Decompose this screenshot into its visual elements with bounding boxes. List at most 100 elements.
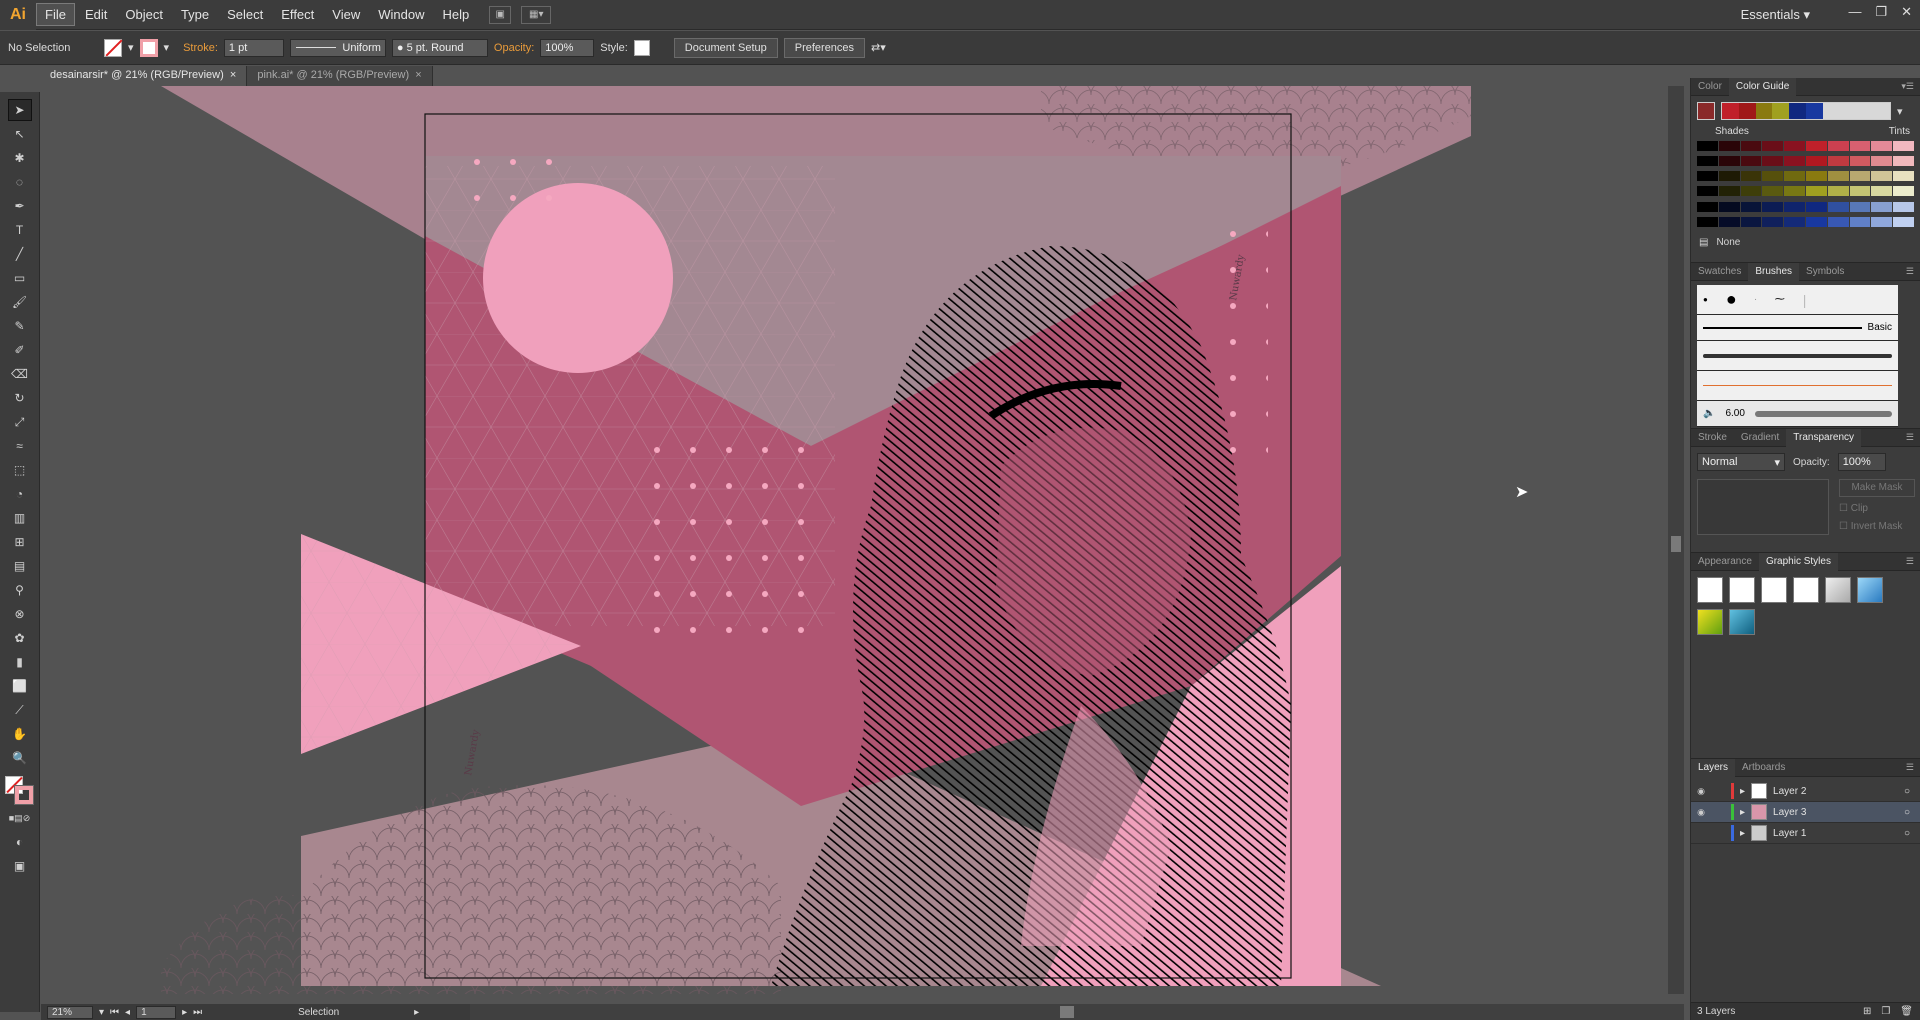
tab-transparency[interactable]: Transparency [1786, 428, 1862, 447]
selection-tool-icon[interactable]: ➤ [7, 99, 32, 121]
menu-object[interactable]: Object [117, 4, 171, 25]
menu-type[interactable]: Type [173, 4, 217, 25]
expand-arrow-icon[interactable]: ▸ [1740, 828, 1745, 839]
visibility-eye-icon[interactable]: ◉ [1695, 786, 1707, 797]
scroll-thumb[interactable] [1060, 1006, 1074, 1018]
tab-artboards[interactable]: Artboards [1735, 759, 1792, 777]
tab-layers[interactable]: Layers [1691, 758, 1736, 777]
current-tool-status[interactable]: Selection [298, 1007, 408, 1018]
layer-row-layer-3[interactable]: ◉ ▸ Layer 3 ○ [1691, 802, 1920, 823]
opacity-label[interactable]: Opacity: [494, 42, 534, 54]
tab-color[interactable]: Color [1691, 78, 1729, 96]
layer-row-layer-2[interactable]: ◉ ▸ Layer 2 ○ [1691, 781, 1920, 802]
tab-swatches[interactable]: Swatches [1691, 263, 1748, 281]
menu-help[interactable]: Help [434, 4, 477, 25]
new-sublayer-icon[interactable]: ⊞ [1863, 1006, 1871, 1017]
arrange-icon[interactable]: ⇄▾ [871, 41, 886, 54]
graphic-style-yellow[interactable] [1697, 609, 1723, 635]
style-swatch[interactable] [633, 39, 650, 56]
preferences-button[interactable]: Preferences [783, 37, 866, 58]
expand-arrow-icon[interactable]: ▸ [1740, 786, 1745, 797]
graphic-style-shadow[interactable] [1825, 577, 1851, 603]
delete-layer-icon[interactable]: 🗑 [1900, 1006, 1913, 1017]
zoom-tool-icon[interactable]: 🔍 [8, 747, 32, 769]
tab-gradient[interactable]: Gradient [1734, 429, 1786, 447]
horizontal-scrollbar[interactable] [470, 1004, 1684, 1020]
menu-edit[interactable]: Edit [77, 4, 115, 25]
tab-color-guide[interactable]: Color Guide [1728, 77, 1797, 96]
pencil-tool-icon[interactable]: ✎ [8, 315, 32, 337]
free-transform-tool-icon[interactable]: ⬚ [8, 459, 32, 481]
menu-effect[interactable]: Effect [273, 4, 322, 25]
artboard-number-input[interactable]: 1 [136, 1005, 177, 1019]
menu-window[interactable]: Window [370, 4, 432, 25]
perspective-grid-tool-icon[interactable]: ▥ [8, 507, 32, 529]
gradient-tool-icon[interactable]: ▤ [8, 555, 32, 577]
chevron-down-icon[interactable]: ▾ [1897, 105, 1903, 118]
panel-menu-icon[interactable]: ☰ [1906, 762, 1914, 773]
draw-mode-icon[interactable]: ◐ [8, 831, 32, 853]
first-artboard-icon[interactable]: ⏮ [110, 1007, 119, 1018]
layer-name[interactable]: Layer 1 [1773, 828, 1898, 839]
minimize-icon[interactable]: — [1848, 4, 1861, 20]
opacity-input[interactable]: 100% [540, 38, 595, 57]
color-mode-icons[interactable]: ■▤⊘ [8, 807, 32, 829]
rectangle-tool-icon[interactable]: ▭ [8, 267, 32, 289]
menu-select[interactable]: Select [219, 4, 271, 25]
tab-appearance[interactable]: Appearance [1691, 553, 1759, 571]
eyedropper-tool-icon[interactable]: ⚲ [8, 579, 32, 601]
expand-arrow-icon[interactable]: ▸ [1740, 807, 1745, 818]
variable-width-profile[interactable]: Uniform [289, 38, 386, 57]
stroke-label[interactable]: Stroke: [183, 42, 218, 54]
prev-artboard-icon[interactable]: ◂ [125, 1007, 130, 1018]
brush-row-dots[interactable]: ● ● · ⁓ | [1697, 285, 1898, 315]
target-icon[interactable]: ○ [1904, 828, 1910, 839]
canvas-area[interactable]: Nuwardy Nuwardy ➤ [41, 86, 1668, 994]
stroke-box[interactable] [13, 785, 34, 805]
layer-row-layer-1[interactable]: ▸ Layer 1 ○ [1691, 823, 1920, 844]
fill-swatch[interactable] [104, 38, 122, 57]
status-menu-icon[interactable]: ▸ [414, 1007, 419, 1018]
tab-brushes[interactable]: Brushes [1748, 262, 1800, 281]
chevron-down-icon[interactable]: ▾ [164, 41, 170, 54]
clip-checkbox[interactable]: ☐ Clip [1839, 503, 1868, 514]
close-icon[interactable]: ✕ [1901, 4, 1912, 20]
new-layer-icon[interactable]: ❐ [1881, 1006, 1890, 1017]
harmony-rules[interactable] [1721, 102, 1891, 120]
layer-name[interactable]: Layer 3 [1773, 807, 1898, 818]
warp-tool-icon[interactable]: ≈ [8, 435, 32, 457]
zoom-input[interactable]: 21% [47, 1005, 93, 1019]
brush-list[interactable]: ● ● · ⁓ | Basic 🔈 6.00 [1697, 285, 1898, 427]
arrange-documents-icon[interactable]: ▦▾ [521, 5, 552, 24]
visibility-eye-icon[interactable]: ◉ [1695, 807, 1707, 818]
graphic-style-default[interactable] [1697, 577, 1723, 603]
line-tool-icon[interactable]: ╱ [8, 243, 32, 265]
scroll-thumb[interactable] [1671, 536, 1681, 552]
hand-tool-icon[interactable]: ✋ [8, 723, 32, 745]
stroke-weight-input[interactable]: 1 pt [223, 38, 284, 57]
layer-name[interactable]: Layer 2 [1773, 786, 1898, 797]
make-mask-button[interactable]: Make Mask [1839, 479, 1915, 497]
graphic-style-white[interactable] [1761, 577, 1787, 603]
tab-graphic-styles[interactable]: Graphic Styles [1758, 552, 1838, 571]
chevron-down-icon[interactable]: ▾ [99, 1007, 104, 1018]
workspace-switcher[interactable]: Essentials ▾ [1741, 7, 1810, 23]
stroke-swatch[interactable] [139, 38, 158, 57]
tab-stroke[interactable]: Stroke [1691, 429, 1734, 447]
brush-row-size[interactable]: 🔈 6.00 [1697, 401, 1898, 427]
rotate-tool-icon[interactable]: ↻ [8, 387, 32, 409]
panel-menu-icon[interactable]: ☰ [1906, 432, 1914, 443]
chevron-down-icon[interactable]: ▾ [128, 41, 134, 54]
target-icon[interactable]: ○ [1904, 807, 1910, 818]
base-color-swatch[interactable] [1697, 102, 1715, 120]
panel-menu-icon[interactable]: ▾☰ [1901, 81, 1914, 92]
restore-icon[interactable]: ❐ [1875, 4, 1887, 20]
color-variations-grid[interactable] [1697, 141, 1914, 231]
symbol-sprayer-tool-icon[interactable]: ✿ [8, 627, 32, 649]
document-setup-button[interactable]: Document Setup [673, 37, 778, 58]
mesh-tool-icon[interactable]: ⊞ [8, 531, 32, 553]
panel-menu-icon[interactable]: ☰ [1906, 556, 1914, 567]
brush-row-charcoal[interactable] [1697, 341, 1898, 371]
tab-desainarsir[interactable]: desainarsir* @ 21% (RGB/Preview) × [40, 66, 248, 86]
invert-mask-checkbox[interactable]: ☐ Invert Mask [1839, 521, 1902, 532]
